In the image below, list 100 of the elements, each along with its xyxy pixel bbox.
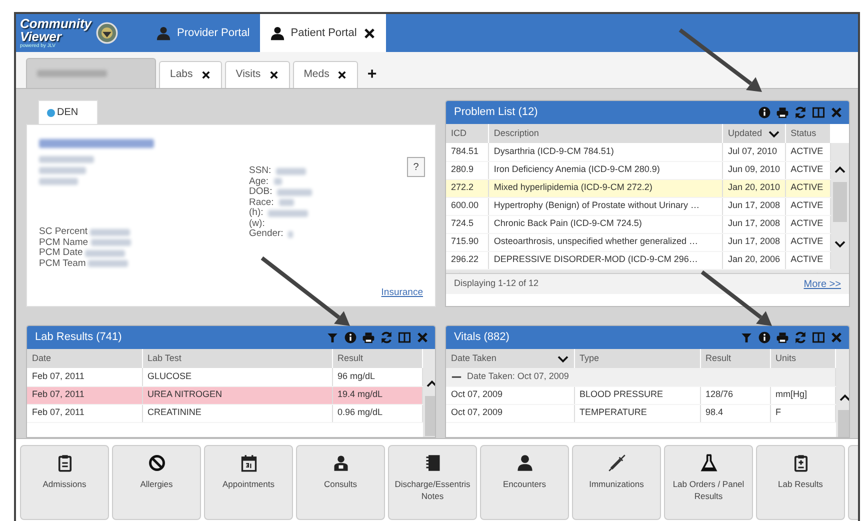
filter-icon[interactable] xyxy=(326,331,339,344)
toolbar-button[interactable]: Lab Orders / Panel Results xyxy=(664,445,753,520)
close-icon[interactable] xyxy=(268,70,279,80)
column-header[interactable]: Date xyxy=(27,349,142,368)
redacted-text xyxy=(278,199,294,206)
table-link[interactable]: Iron Deficiency Anemia (ICD-9-CM 280.9) xyxy=(494,164,660,174)
field-label: Race: xyxy=(249,198,274,208)
calendar-icon xyxy=(240,454,258,472)
insurance-link[interactable]: Insurance xyxy=(381,286,423,300)
add-tab-button[interactable]: + xyxy=(361,61,383,88)
refresh-icon[interactable] xyxy=(794,106,807,119)
print-icon[interactable] xyxy=(776,331,789,344)
notebook-icon xyxy=(424,454,442,472)
field-label: PCM Date xyxy=(39,248,83,258)
scrollbar-thumb[interactable] xyxy=(424,396,435,436)
column-header[interactable]: Lab Test xyxy=(142,349,332,368)
column-header[interactable]: Date Taken xyxy=(446,349,574,368)
portal-tab[interactable]: Patient Portal xyxy=(260,14,386,52)
toolbar-button[interactable]: Allergies xyxy=(112,445,201,520)
clipboard-icon xyxy=(792,454,810,472)
table-cell: Feb 07, 2011 xyxy=(27,368,142,386)
toolbar-button[interactable]: Admissions xyxy=(20,445,109,520)
portal-tab[interactable]: Provider Portal xyxy=(146,14,260,52)
table-row[interactable]: 600.00 Hypertrophy (Benign) of Prostate without Urinary … Jun 17, 2008 ACTIVE xyxy=(446,197,830,215)
table-link[interactable]: GLUCOSE xyxy=(148,371,192,381)
refresh-icon[interactable] xyxy=(794,331,807,344)
table-cell: Feb 07, 2011 xyxy=(27,386,142,404)
table-cell: 96 mg/dL xyxy=(332,368,422,386)
panel-title: Problem List (12) xyxy=(454,105,539,120)
table-link[interactable]: Dysarthria (ICD-9-CM 784.51) xyxy=(494,146,614,156)
redacted-text xyxy=(90,228,130,236)
table-row[interactable]: 715.90 Osteoarthrosis, unspecified whether generalized … Jun 17, 2008 ACTIVE xyxy=(446,233,830,251)
print-icon[interactable] xyxy=(776,106,789,119)
paging-text: Displaying 1-12 of 12 xyxy=(454,277,539,290)
redacted-text xyxy=(276,168,306,175)
table-row[interactable]: 296.22 DEPRESSIVE DISORDER-MOD (ICD-9-CM 296… Jan 20, 2006 ACTIVE xyxy=(446,251,830,269)
filter-icon[interactable] xyxy=(740,331,753,344)
table-row[interactable]: Feb 07, 2011 CREATININE 0.96 mg/dL xyxy=(27,404,422,422)
table-row[interactable]: 784.51 Dysarthria (ICD-9-CM 784.51) Jul 07, 2010 ACTIVE xyxy=(446,143,830,161)
column-header[interactable]: Description xyxy=(488,124,722,143)
close-icon[interactable] xyxy=(337,70,348,80)
table-row[interactable]: 280.9 Iron Deficiency Anemia (ICD-9-CM 280.9) Jun 09, 2010 ACTIVE xyxy=(446,161,830,179)
close-icon[interactable] xyxy=(362,26,376,40)
toolbar-button[interactable]: Lab Results xyxy=(756,445,845,520)
tab[interactable]: Visits xyxy=(224,61,290,88)
columns-icon[interactable] xyxy=(398,331,411,344)
table-cell: 600.00 xyxy=(446,197,488,215)
field-label: (w): xyxy=(249,218,265,229)
help-button[interactable]: ? xyxy=(407,157,425,177)
field-label: SC Percent xyxy=(39,227,88,238)
column-header[interactable]: Result xyxy=(332,349,422,368)
table-cell: Jun 17, 2008 xyxy=(722,215,786,233)
field-label: Age: xyxy=(249,176,269,187)
column-header[interactable]: Result xyxy=(700,349,770,368)
more-link[interactable]: More >> xyxy=(804,276,841,292)
info-icon[interactable] xyxy=(758,331,771,344)
table-cell: 272.2 xyxy=(446,179,488,197)
redacted-text xyxy=(39,178,78,185)
toolbar-button[interactable]: Discharge/Essentris Notes xyxy=(388,445,477,520)
user-icon xyxy=(270,26,285,40)
close-icon[interactable] xyxy=(200,70,211,80)
table-link[interactable]: CREATININE xyxy=(148,407,202,418)
info-icon[interactable] xyxy=(344,331,357,344)
columns-icon[interactable] xyxy=(812,106,825,119)
ban-icon xyxy=(148,454,166,472)
toolbar-button[interactable]: Encounters xyxy=(480,445,569,520)
scrollbar-thumb[interactable] xyxy=(833,182,847,222)
toolbar-button[interactable]: Appointments xyxy=(204,445,293,520)
column-header[interactable]: ICD xyxy=(446,124,488,143)
site-tab[interactable]: DEN xyxy=(38,100,98,124)
table-row[interactable]: Feb 07, 2011 UREA NITROGEN 19.4 mg/dL xyxy=(27,386,422,404)
column-header[interactable]: Updated xyxy=(722,124,786,143)
table-cell: 296.22 xyxy=(446,251,488,269)
table-row[interactable]: 724.5 Chronic Back Pain (ICD-9-CM 724.5) Jun 17, 2008 ACTIVE xyxy=(446,215,830,233)
tab[interactable]: Labs xyxy=(159,61,222,88)
table-link[interactable]: Hypertrophy (Benign) of Prostate without Urinary … xyxy=(494,200,700,210)
refresh-icon[interactable] xyxy=(380,331,393,344)
column-header[interactable]: Units xyxy=(770,349,835,368)
field-label: (h): xyxy=(249,208,264,218)
tab[interactable]: Meds xyxy=(292,61,358,88)
table-cell: 715.90 xyxy=(446,233,488,251)
flask-icon xyxy=(700,454,718,472)
info-icon[interactable] xyxy=(758,106,771,119)
table-cell: Jul 07, 2010 xyxy=(722,143,786,161)
column-header[interactable]: Status xyxy=(785,124,830,143)
column-header[interactable]: Type xyxy=(574,349,700,368)
redacted-text xyxy=(39,156,94,163)
columns-icon[interactable] xyxy=(812,331,825,344)
chevron-down-icon[interactable] xyxy=(834,238,846,250)
table-row[interactable]: Feb 07, 2011 GLUCOSE 96 mg/dL xyxy=(27,368,422,386)
table-link[interactable]: Chronic Back Pain (ICD-9-CM 724.5) xyxy=(494,218,642,228)
table-cell: 280.9 xyxy=(446,161,488,179)
print-icon[interactable] xyxy=(362,331,375,344)
panel-title: Lab Results (741) xyxy=(35,330,123,346)
table-link[interactable]: Osteoarthrosis, unspecified whether generalized … xyxy=(494,236,698,246)
field-label: PCM Team xyxy=(39,258,86,269)
table-link[interactable]: DEPRESSIVE DISORDER-MOD (ICD-9-CM 296… xyxy=(494,254,698,264)
redacted-text xyxy=(90,239,131,246)
toolbar-button[interactable]: Consults xyxy=(296,445,385,520)
toolbar-button[interactable]: Immunizations xyxy=(572,445,661,520)
